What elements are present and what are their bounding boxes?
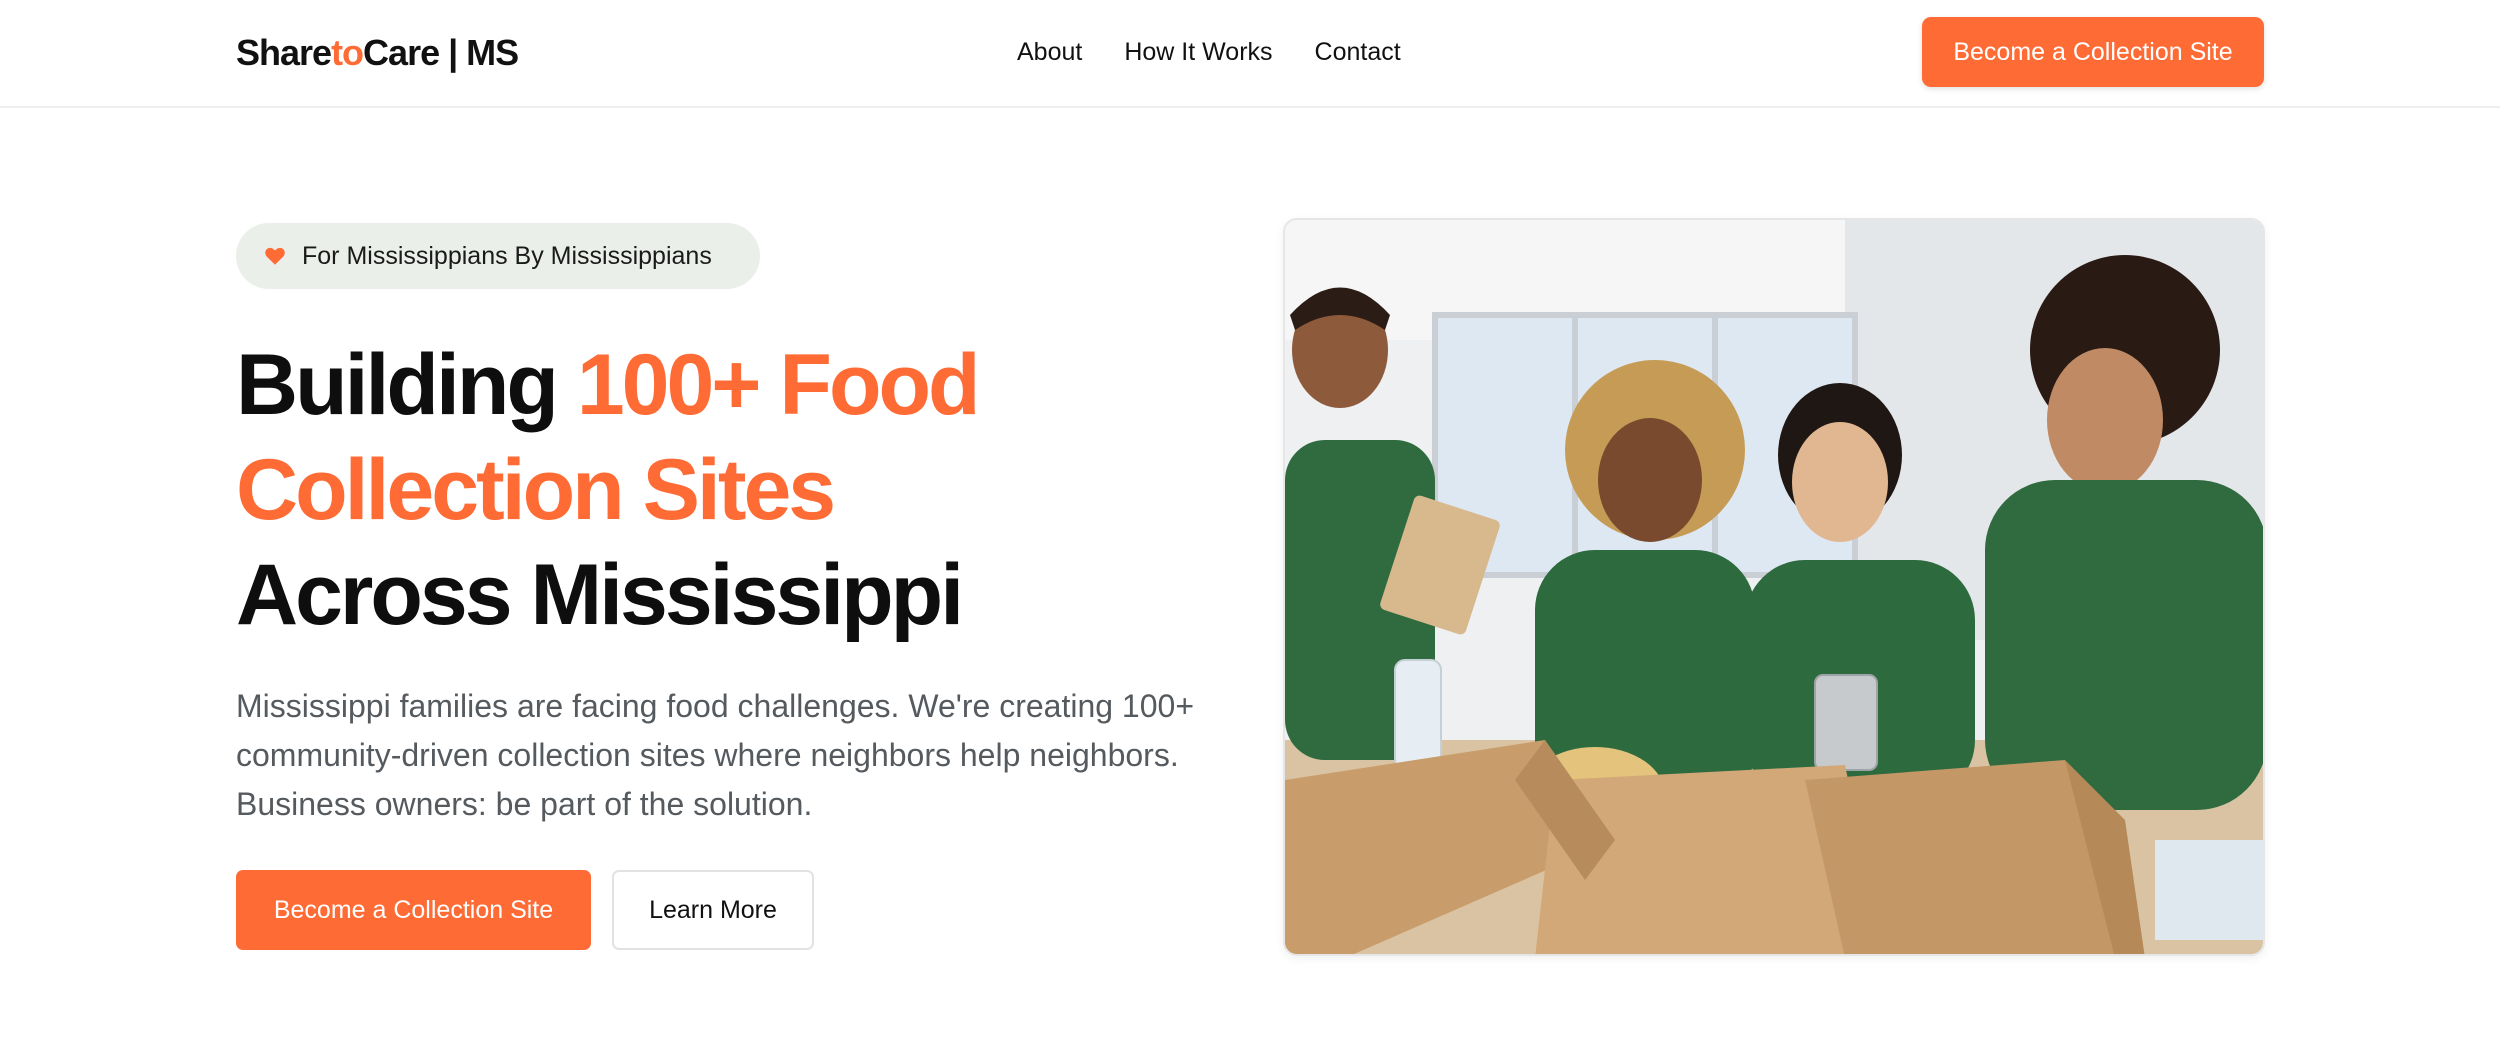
- hero-badge-text: For Mississippians By Mississippians: [302, 241, 712, 270]
- hero-become-collection-site-button[interactable]: Become a Collection Site: [236, 870, 591, 950]
- nav-link-about[interactable]: About: [1017, 36, 1082, 68]
- logo-part-to: to: [331, 32, 364, 73]
- main-nav: About How It Works Contact: [1017, 36, 1401, 68]
- hero-description: Mississippi families are facing food cha…: [236, 688, 1194, 822]
- hero-learn-more-button[interactable]: Learn More: [612, 870, 814, 950]
- header-become-collection-site-button[interactable]: Become a Collection Site: [1922, 17, 2264, 87]
- logo-part-share: Share: [236, 32, 332, 73]
- volunteers-illustration: [1285, 220, 2263, 954]
- heart-icon: [264, 245, 286, 267]
- site-logo[interactable]: SharetoCare | MS: [236, 32, 519, 74]
- nav-link-how-it-works[interactable]: How It Works: [1124, 36, 1272, 68]
- hero-title: Building 100+ Food Collection Sites Acro…: [236, 333, 1116, 648]
- hero-title-part-1: Building: [236, 337, 577, 433]
- hero-badge: For Mississippians By Mississippians: [236, 223, 760, 289]
- site-header: SharetoCare | MS About How It Works Cont…: [0, 0, 2500, 108]
- logo-part-care-ms: Care | MS: [363, 32, 519, 73]
- nav-link-contact[interactable]: Contact: [1315, 36, 1401, 68]
- volunteers-photo: [1283, 218, 2265, 956]
- hero-title-part-2: Across Mississippi: [236, 547, 964, 643]
